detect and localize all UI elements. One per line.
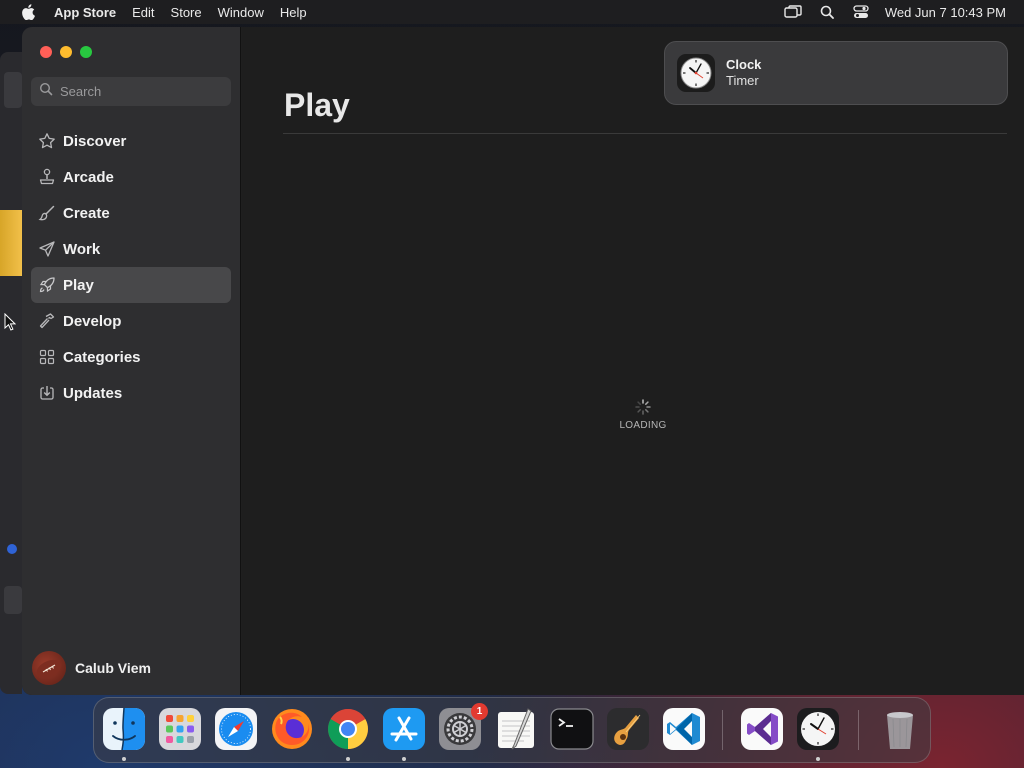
sidebar-item-label: Develop — [63, 312, 122, 330]
title-divider — [283, 133, 1007, 134]
sidebar: Discover Arcade Create Work Play Develop — [22, 27, 241, 695]
sidebar-item-label: Work — [63, 240, 101, 258]
launchpad-icon[interactable] — [158, 707, 202, 751]
paperplane-icon — [37, 239, 57, 259]
background-window[interactable] — [0, 52, 22, 694]
sidebar-item-create[interactable]: Create — [31, 195, 231, 231]
loading-indicator: LOADING — [618, 398, 668, 431]
menu-edit[interactable]: Edit — [124, 5, 162, 20]
rocket-icon — [37, 275, 57, 295]
trash-icon[interactable] — [878, 707, 922, 751]
menu-app-name[interactable]: App Store — [46, 5, 124, 20]
spinner-icon — [634, 398, 652, 416]
sidebar-item-label: Categories — [63, 348, 141, 366]
clock-app-icon[interactable] — [796, 707, 840, 751]
avatar — [32, 651, 66, 685]
dock-separator — [722, 710, 723, 750]
sidebar-item-label: Create — [63, 204, 110, 222]
download-icon — [37, 383, 57, 403]
search-field[interactable] — [31, 77, 231, 106]
hammer-icon — [37, 311, 57, 331]
spotlight-search-icon[interactable] — [817, 4, 837, 20]
background-window-panel — [4, 586, 22, 614]
window-controls — [40, 46, 92, 58]
account-button[interactable]: Calub Viem — [32, 651, 151, 685]
sidebar-item-label: Arcade — [63, 168, 114, 186]
zoom-button[interactable] — [80, 46, 92, 58]
dock: 1 — [93, 697, 931, 763]
control-center-icon[interactable] — [851, 4, 871, 20]
clock-icon — [677, 54, 715, 92]
running-indicator — [122, 757, 126, 761]
notification-title: Clock — [726, 57, 762, 72]
sidebar-item-arcade[interactable]: Arcade — [31, 159, 231, 195]
notification-badge: 1 — [471, 703, 488, 720]
loading-label: LOADING — [619, 420, 667, 431]
search-icon — [39, 82, 53, 101]
textedit-icon[interactable] — [494, 707, 538, 751]
sidebar-item-play[interactable]: Play — [31, 267, 231, 303]
dock-separator — [858, 710, 859, 750]
menu-clock[interactable]: Wed Jun 7 10:43 PM — [885, 5, 1006, 20]
finder-icon[interactable] — [102, 707, 146, 751]
paintbrush-icon — [37, 203, 57, 223]
background-window-image — [0, 210, 22, 276]
joystick-icon — [37, 167, 57, 187]
running-indicator — [402, 757, 406, 761]
close-button[interactable] — [40, 46, 52, 58]
sidebar-item-categories[interactable]: Categories — [31, 339, 231, 375]
sidebar-item-label: Play — [63, 276, 94, 294]
sidebar-item-discover[interactable]: Discover — [31, 123, 231, 159]
sidebar-nav: Discover Arcade Create Work Play Develop — [31, 123, 231, 411]
star-icon — [37, 131, 57, 151]
page-title: Play — [284, 87, 350, 123]
sidebar-item-label: Discover — [63, 132, 127, 150]
garageband-icon[interactable] — [606, 707, 650, 751]
vscode-icon[interactable] — [662, 707, 706, 751]
search-input[interactable] — [60, 84, 220, 99]
menu-help[interactable]: Help — [272, 5, 315, 20]
safari-icon[interactable] — [214, 707, 258, 751]
notification-body: Timer — [726, 73, 759, 88]
notification-banner[interactable]: Clock Timer — [664, 41, 1008, 105]
background-window-panel — [4, 72, 22, 108]
system-settings-icon[interactable]: 1 — [438, 703, 488, 751]
running-indicator — [816, 757, 820, 761]
firefox-icon[interactable] — [270, 707, 314, 751]
menu-store[interactable]: Store — [163, 5, 210, 20]
sidebar-item-develop[interactable]: Develop — [31, 303, 231, 339]
screen-mirroring-icon[interactable] — [783, 4, 803, 20]
main-content: Play LOADING — [242, 27, 1024, 695]
mouse-cursor-icon — [4, 312, 17, 331]
sidebar-item-work[interactable]: Work — [31, 231, 231, 267]
sidebar-item-updates[interactable]: Updates — [31, 375, 231, 411]
terminal-icon[interactable] — [550, 707, 594, 751]
sidebar-item-label: Updates — [63, 384, 123, 402]
visual-studio-icon[interactable] — [740, 707, 784, 751]
menu-window[interactable]: Window — [210, 5, 272, 20]
user-name: Calub Viem — [75, 660, 151, 676]
apple-logo-icon[interactable] — [16, 0, 40, 24]
chrome-icon[interactable] — [326, 707, 370, 751]
app-store-window: Discover Arcade Create Work Play Develop — [22, 27, 1024, 695]
background-window-indicator — [7, 544, 17, 554]
running-indicator — [346, 757, 350, 761]
app-store-icon[interactable] — [382, 707, 426, 751]
menu-bar: App Store Edit Store Window Help Wed Jun… — [0, 0, 1024, 24]
grid-icon — [37, 347, 57, 367]
minimize-button[interactable] — [60, 46, 72, 58]
